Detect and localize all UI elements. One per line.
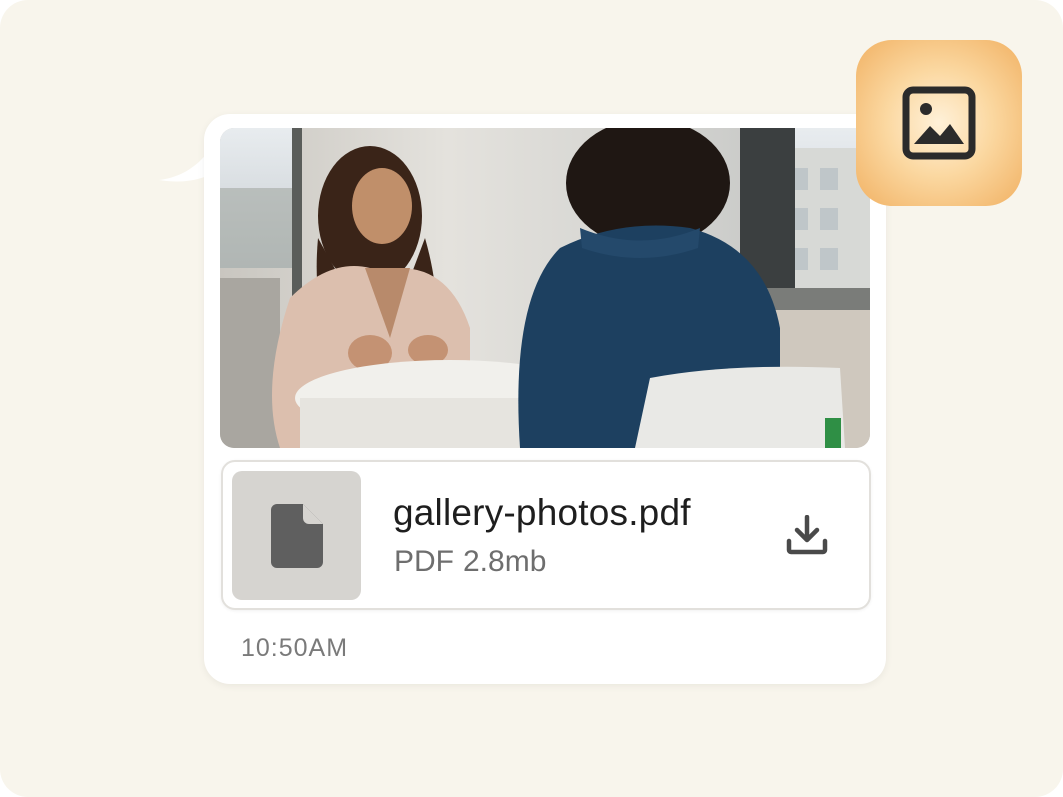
message-timestamp: 10:50AM <box>241 634 349 662</box>
image-icon <box>902 86 976 160</box>
file-type: PDF <box>394 545 454 578</box>
document-icon <box>270 503 323 568</box>
canvas-background: gallery-photos.pdf PDF 2.8mb 10:50AM <box>0 0 1063 797</box>
file-meta: PDF 2.8mb <box>394 545 546 579</box>
file-name: gallery-photos.pdf <box>393 492 691 533</box>
download-icon <box>786 515 828 555</box>
meeting-photo-image <box>220 128 870 448</box>
download-button[interactable] <box>783 511 831 559</box>
file-size: 2.8mb <box>463 545 547 578</box>
attachment-photo[interactable] <box>220 128 870 448</box>
file-attachment-card[interactable]: gallery-photos.pdf PDF 2.8mb <box>221 460 871 610</box>
file-thumbnail <box>232 471 361 600</box>
image-badge <box>856 40 1022 206</box>
